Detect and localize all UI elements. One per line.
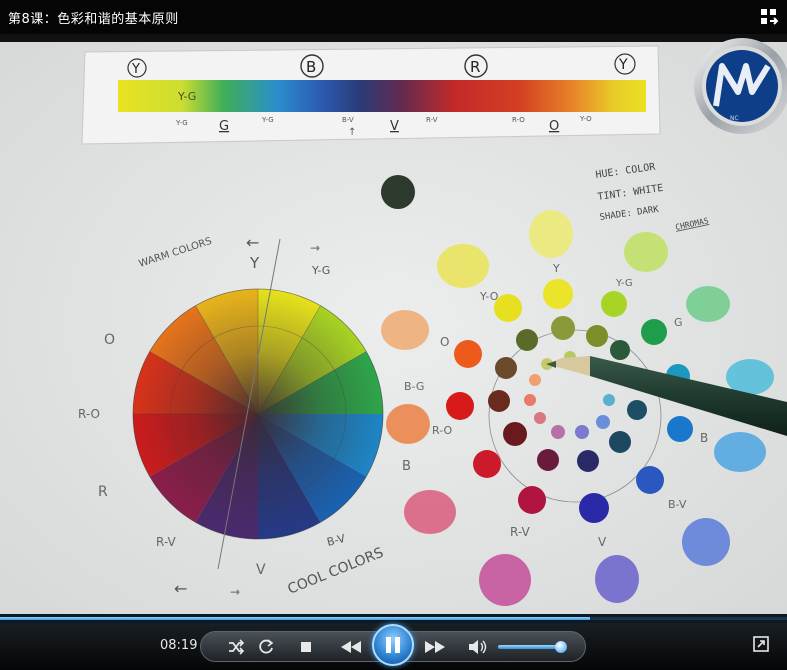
wheel-label: V: [256, 562, 266, 578]
wheel-label: R-O: [78, 407, 100, 421]
strip-bottom-label: O: [549, 119, 559, 134]
previous-button[interactable]: [336, 635, 366, 659]
current-time: 08:19: [160, 638, 198, 653]
strip-top-label: R: [470, 58, 480, 76]
strip-bottom-label: Y-G: [175, 119, 188, 127]
fullscreen-icon: [753, 636, 769, 652]
hue-strip-card: Y B R Y Y-G Y-G G Y-G B-V ↑ V R-V R-O O …: [81, 45, 661, 145]
wheel-label: R-V: [156, 535, 176, 549]
wheel-label: Y: [249, 254, 260, 272]
swatch-label: V: [598, 535, 607, 549]
volume-level: [498, 645, 561, 649]
shuffle-icon: [229, 639, 245, 655]
fast-forward-icon: [425, 641, 445, 653]
pause-icon: [386, 637, 400, 653]
control-bar: 08:19: [0, 623, 787, 670]
strip-top-label: Y: [618, 57, 628, 73]
swatch-label: Y-G: [615, 278, 633, 289]
fullscreen-button[interactable]: [752, 635, 774, 657]
repeat-icon: [259, 639, 274, 654]
swatch-label: O: [440, 335, 449, 349]
swatch-label: Y-O: [479, 290, 499, 303]
video-frame[interactable]: Y B R Y Y-G Y-G G Y-G B-V ↑ V R-V R-O O …: [0, 34, 787, 614]
strip-top-label: Y: [131, 62, 140, 77]
swatch-label: B-V: [668, 498, 687, 511]
strip-bottom-label: Y-G: [261, 116, 274, 124]
seek-progress: [0, 617, 591, 620]
strip-bottom-label: B-V: [342, 116, 354, 124]
wheel-label: O: [104, 332, 115, 348]
strip-top-label: B: [306, 58, 316, 76]
seek-bar[interactable]: [0, 614, 787, 623]
watermark-logo: NC: [694, 38, 787, 134]
strip-bottom-label: V: [390, 119, 399, 134]
strip-bottom-label: R-O: [512, 116, 525, 124]
swatch-dot: [381, 175, 415, 209]
layout-switch-icon: [761, 9, 779, 25]
volume-thumb[interactable]: [555, 641, 567, 653]
strip-bottom-label: G: [219, 119, 229, 134]
strip-arrow: ↑: [348, 127, 356, 138]
wheel-label: ←: [246, 233, 259, 252]
mute-button[interactable]: [466, 635, 490, 659]
wheel-label: ←: [174, 579, 187, 598]
wheel-label: R: [98, 484, 108, 500]
next-button[interactable]: [420, 635, 450, 659]
shuffle-button[interactable]: [224, 635, 248, 659]
video-player: 第8课：色彩和谐的基本原则 Y B R Y Y-G Y-G G Y-G B-V …: [0, 0, 787, 670]
swatch-label: Y: [552, 262, 560, 275]
play-pause-button[interactable]: [372, 624, 414, 666]
volume-slider[interactable]: [498, 641, 568, 653]
swatch-label: B: [700, 431, 708, 445]
title-bar: 第8课：色彩和谐的基本原则: [0, 0, 787, 34]
layout-switch-button[interactable]: [759, 7, 779, 27]
stop-button[interactable]: [294, 635, 318, 659]
window-title: 第8课：色彩和谐的基本原则: [8, 12, 179, 27]
repeat-button[interactable]: [254, 635, 278, 659]
swatch-label: B-G: [404, 380, 424, 393]
swatch-label: R-O: [432, 424, 452, 437]
swatch-label: R-V: [510, 525, 530, 539]
wheel-label: →: [310, 241, 320, 255]
strip-inner-label: Y-G: [177, 90, 196, 103]
strip-bottom-label: R-V: [426, 116, 438, 124]
watermark-text: NC: [730, 115, 739, 122]
stop-icon: [301, 642, 311, 652]
rewind-icon: [341, 641, 361, 653]
wheel-label: →: [230, 585, 240, 599]
swatch-label: G: [674, 316, 683, 329]
strip-bottom-label: Y-O: [579, 115, 592, 123]
speaker-icon: [469, 640, 487, 654]
wheel-label: Y-G: [311, 264, 330, 277]
swatch-label: B: [402, 459, 411, 474]
